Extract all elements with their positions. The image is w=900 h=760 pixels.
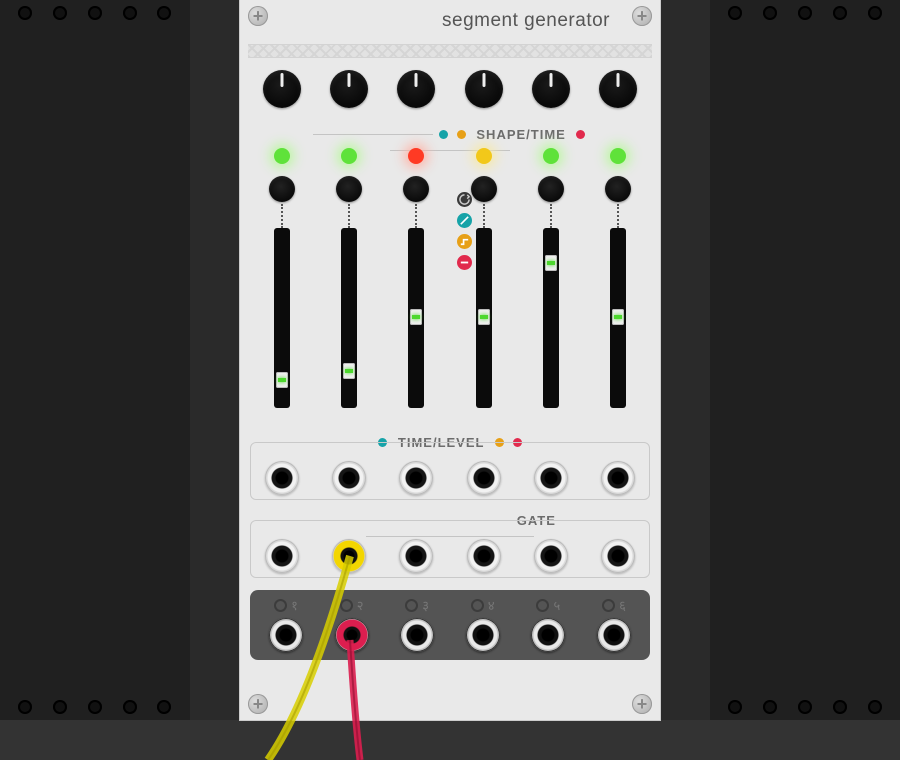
slider-6[interactable] (610, 228, 626, 408)
output-box: १ २ ३ ४ ५ ६ (250, 590, 650, 660)
out-num-3: ३ (422, 596, 429, 614)
out-jack-6[interactable] (597, 618, 631, 652)
gate-jack-4[interactable] (467, 539, 501, 573)
link-line-icon (348, 204, 350, 228)
slider-5[interactable] (543, 228, 559, 408)
shape-knob-2[interactable] (330, 70, 368, 108)
shape-knob-1[interactable] (263, 70, 301, 108)
time-level-jack-3[interactable] (399, 461, 433, 495)
shape-knob-6[interactable] (599, 70, 637, 108)
screw-icon (248, 6, 268, 26)
link-line-icon (550, 204, 552, 228)
out-jack-1[interactable] (269, 618, 303, 652)
ring-icon (274, 599, 287, 612)
out-jack-4[interactable] (466, 618, 500, 652)
led-2 (341, 148, 357, 164)
mode-icons (457, 192, 472, 270)
link-line-icon (483, 204, 485, 228)
link-line-icon (415, 204, 417, 228)
slider-2[interactable] (341, 228, 357, 408)
time-knob-4[interactable] (471, 176, 497, 202)
ring-icon (340, 599, 353, 612)
led-1 (274, 148, 290, 164)
time-level-jack-row (254, 454, 646, 502)
time-knob-6[interactable] (605, 176, 631, 202)
screw-icon (632, 6, 652, 26)
gate-jack-5[interactable] (534, 539, 568, 573)
gate-jack-3[interactable] (399, 539, 433, 573)
module-title: segment generator (442, 10, 610, 32)
step-icon[interactable] (457, 234, 472, 249)
loop-icon[interactable] (457, 192, 472, 207)
led-5 (543, 148, 559, 164)
hold-icon[interactable] (457, 255, 472, 270)
gate-jack-2[interactable] (332, 539, 366, 573)
screw-icon (248, 694, 268, 714)
segment-generator-panel: segment generator SHAPE/TIME (240, 0, 660, 720)
slider-3[interactable] (408, 228, 424, 408)
output-numeral-row: १ २ ३ ४ ५ ६ (254, 596, 646, 614)
time-knob-2[interactable] (336, 176, 362, 202)
time-level-jack-2[interactable] (332, 461, 366, 495)
link-line-icon (617, 204, 619, 228)
out-jack-5[interactable] (531, 618, 565, 652)
blank-module-left (0, 0, 190, 720)
out-num-6: ६ (619, 596, 626, 614)
out-jack-3[interactable] (400, 618, 434, 652)
blank-module-right (710, 0, 900, 720)
led-6 (610, 148, 626, 164)
out-num-1: १ (291, 596, 298, 614)
time-knob-5[interactable] (538, 176, 564, 202)
decorative-strip (248, 44, 652, 58)
screw-icon (632, 694, 652, 714)
slider-1[interactable] (274, 228, 290, 408)
ring-icon (602, 599, 615, 612)
slider-4[interactable] (476, 228, 492, 408)
ring-icon (471, 599, 484, 612)
time-knob-1[interactable] (269, 176, 295, 202)
out-num-4: ४ (488, 596, 495, 614)
out-num-5: ५ (553, 596, 560, 614)
led-3 (408, 148, 424, 164)
time-level-jack-4[interactable] (467, 461, 501, 495)
ring-icon (536, 599, 549, 612)
ring-icon (405, 599, 418, 612)
out-jack-2[interactable] (335, 618, 369, 652)
shape-knob-4[interactable] (465, 70, 503, 108)
toolbar (0, 720, 900, 760)
gate-jack-6[interactable] (601, 539, 635, 573)
gate-jack-1[interactable] (265, 539, 299, 573)
ramp-icon[interactable] (457, 213, 472, 228)
time-level-jack-1[interactable] (265, 461, 299, 495)
led-4 (476, 148, 492, 164)
out-num-2: २ (357, 596, 364, 614)
shape-knob-3[interactable] (397, 70, 435, 108)
time-level-jack-5[interactable] (534, 461, 568, 495)
time-level-jack-6[interactable] (601, 461, 635, 495)
gate-jack-row (254, 532, 646, 580)
output-jack-row (254, 618, 646, 652)
time-knob-3[interactable] (403, 176, 429, 202)
shape-knob-5[interactable] (532, 70, 570, 108)
link-line-icon (281, 204, 283, 228)
